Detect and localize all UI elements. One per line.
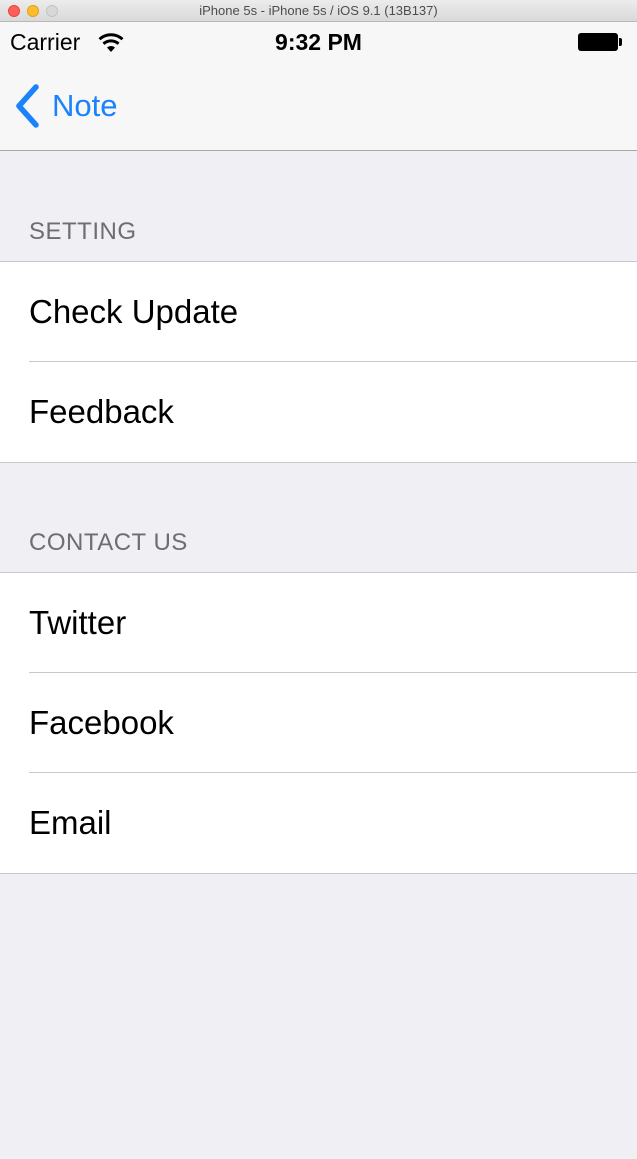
section-header-contact-us: CONTACT US [29, 529, 188, 556]
window-title: iPhone 5s - iPhone 5s / iOS 9.1 (13B137) [199, 3, 438, 18]
contact-group: Twitter Facebook Email [0, 572, 637, 874]
simulator-title-bar: iPhone 5s - iPhone 5s / iOS 9.1 (13B137) [0, 0, 637, 22]
cell-label: Facebook [29, 704, 174, 741]
cell-label: Check Update [29, 293, 239, 330]
cell-check-update[interactable]: Check Update [0, 262, 637, 362]
cell-label: Email [29, 804, 112, 841]
cell-email[interactable]: Email [0, 772, 637, 873]
battery-icon [578, 33, 622, 51]
cell-label: Twitter [29, 604, 127, 641]
cell-label: Feedback [29, 393, 174, 430]
cell-twitter[interactable]: Twitter [0, 573, 637, 673]
cell-facebook[interactable]: Facebook [0, 672, 637, 773]
status-time: 9:32 PM [275, 29, 362, 55]
back-button-label: Note [52, 88, 118, 123]
cell-feedback[interactable]: Feedback [0, 361, 637, 462]
chevron-left-icon [16, 84, 39, 128]
section-header-setting: SETTING [29, 218, 137, 245]
back-button[interactable]: Note [12, 80, 117, 132]
navigation-header: Carrier 9:32 PM Note [0, 22, 637, 151]
settings-group: Check Update Feedback [0, 261, 637, 463]
